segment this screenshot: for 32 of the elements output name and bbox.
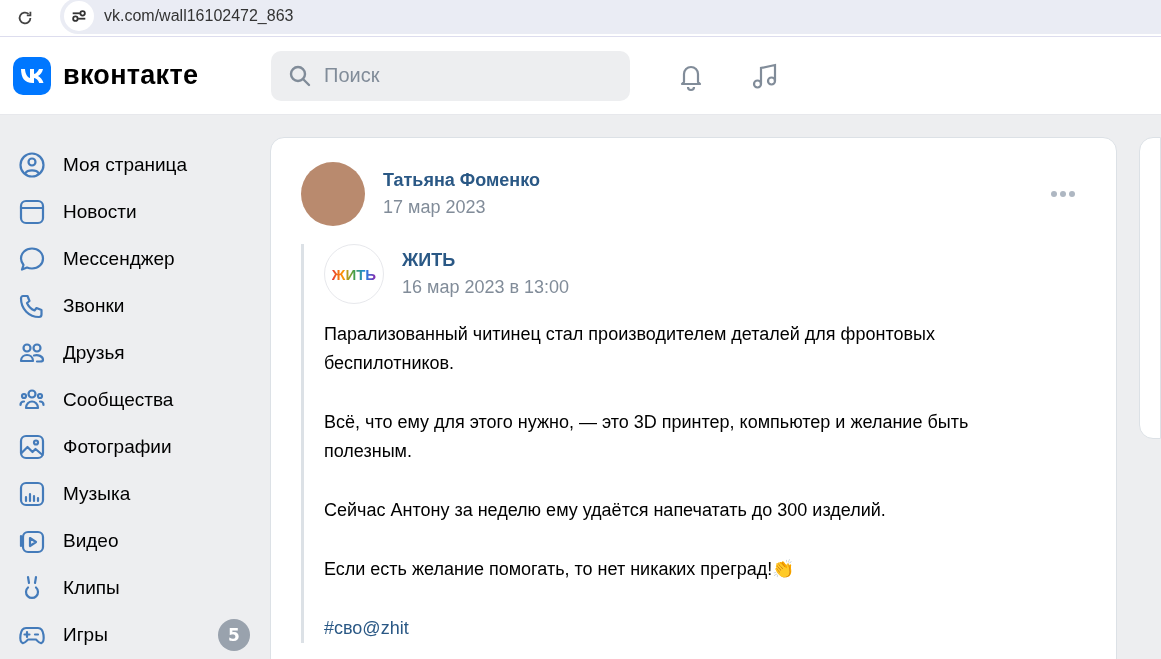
- post-paragraph: Парализованный читинец стал производителем деталей для фронтовых беспилотников.: [324, 323, 936, 375]
- post-paragraph: Если есть желание помогать, то нет никаких преград!👏: [324, 558, 796, 581]
- sidebar-item[interactable]: Музыка: [0, 470, 270, 517]
- sidebar-item[interactable]: Моя страница: [0, 141, 270, 188]
- hashtag-link[interactable]: #сво@zhit: [324, 618, 409, 638]
- counter-badge: 5: [218, 618, 250, 651]
- group-name-link[interactable]: ЖИТЬ: [402, 250, 1087, 271]
- profile-icon: [18, 150, 46, 179]
- sidebar-item[interactable]: Мессенджер: [0, 235, 270, 282]
- address-bar[interactable]: vk.com/wall16102472_863: [60, 0, 1161, 34]
- more-options-icon[interactable]: [1050, 190, 1077, 198]
- search-icon: [288, 63, 312, 88]
- author-name-link[interactable]: Татьяна Фоменко: [383, 170, 1051, 191]
- vk-logo-icon[interactable]: [13, 56, 51, 95]
- post-paragraph: Всё, что ему для этого нужно, — это 3D принтер, компьютер и желание быть полезным.: [324, 411, 970, 463]
- photos-icon: [18, 432, 46, 461]
- sidebar-item[interactable]: Клипы: [0, 564, 270, 611]
- sidebar-item[interactable]: Сообщества: [0, 376, 270, 423]
- sidebar-item[interactable]: Игры 5: [0, 611, 270, 658]
- reload-icon[interactable]: [16, 9, 34, 27]
- sidebar-item[interactable]: Фотографии: [0, 423, 270, 470]
- search-field[interactable]: Поиск: [271, 50, 630, 101]
- messenger-icon: [18, 244, 46, 273]
- sidebar-item[interactable]: Звонки: [0, 282, 270, 329]
- sidebar-item[interactable]: Новости: [0, 188, 270, 235]
- music-icon: [18, 479, 46, 508]
- sidebar-item[interactable]: Друзья: [0, 329, 270, 376]
- sidebar-item[interactable]: Видео: [0, 517, 270, 564]
- post-paragraph: Сейчас Антону за неделю ему удаётся напечатать до 300 изделий.: [324, 499, 887, 522]
- site-logo-text[interactable]: вконтакте: [63, 60, 199, 91]
- site-settings-icon[interactable]: [64, 1, 94, 31]
- news-icon: [18, 197, 46, 226]
